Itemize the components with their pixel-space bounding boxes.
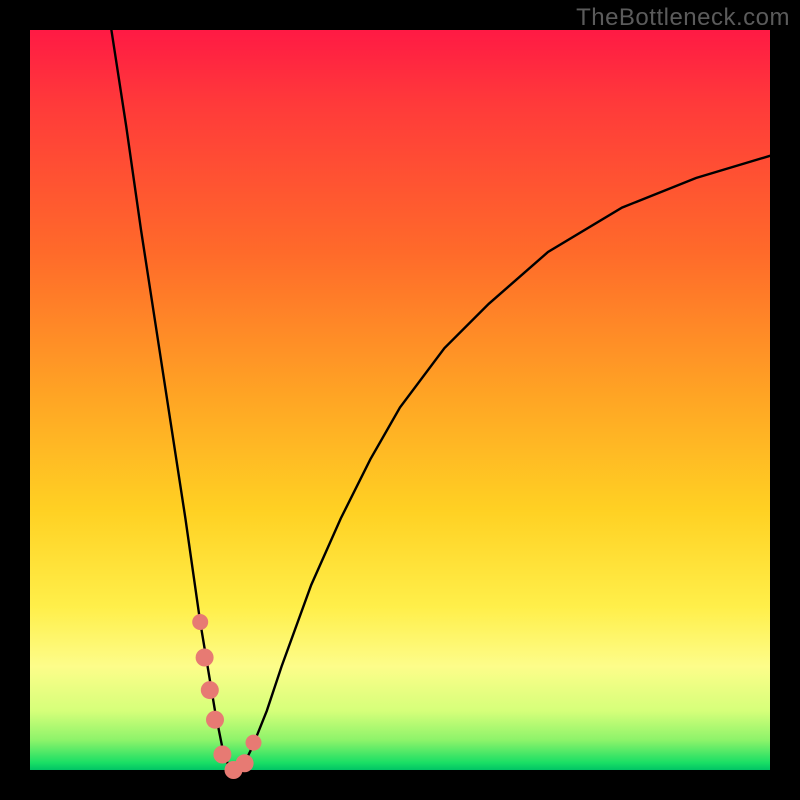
curve-marker bbox=[196, 649, 214, 667]
curve-marker bbox=[246, 735, 262, 751]
plot-area bbox=[30, 30, 770, 770]
curve-marker bbox=[206, 711, 224, 729]
watermark-text: TheBottleneck.com bbox=[576, 4, 790, 32]
curve-marker bbox=[192, 614, 208, 630]
curve-marker bbox=[201, 681, 219, 699]
curve-marker bbox=[236, 754, 254, 772]
bottleneck-curve-svg bbox=[30, 30, 770, 770]
curve-marker bbox=[213, 746, 231, 764]
chart-frame: TheBottleneck.com bbox=[0, 0, 800, 800]
